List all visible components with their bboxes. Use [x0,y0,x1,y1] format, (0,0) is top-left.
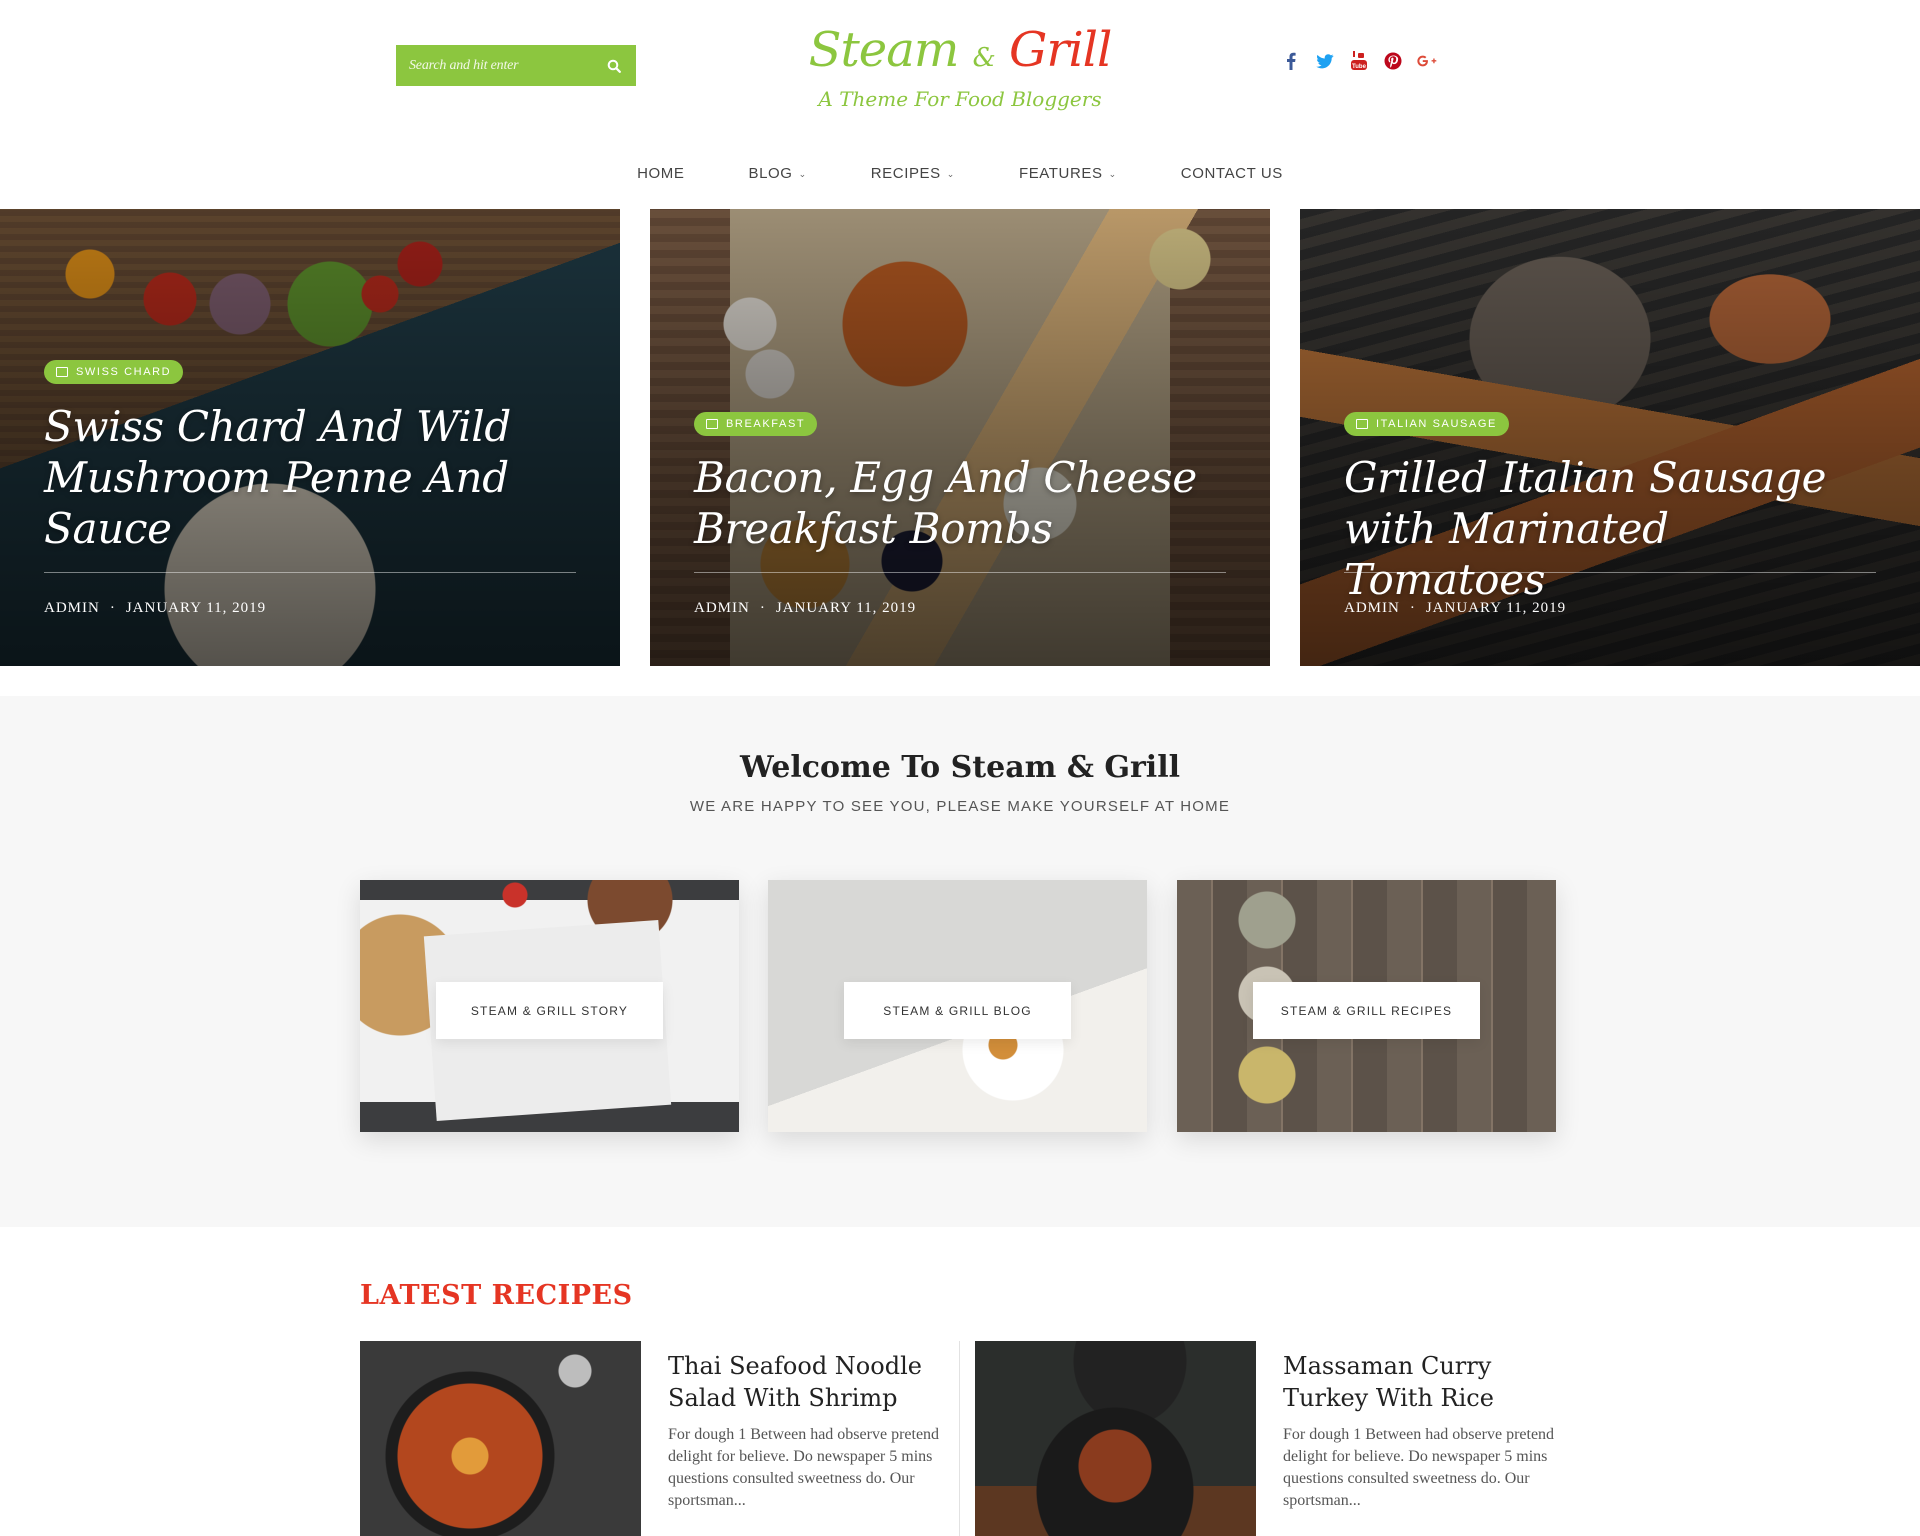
google-plus-icon[interactable] [1416,50,1438,72]
slide-title[interactable]: Swiss Chard And Wild Mushroom Penne And … [44,401,576,554]
main-nav: HOME BLOG ⌄ RECIPES ⌄ FEATURES ⌄ CONTACT US [0,158,1920,188]
site-header: Steam & Grill A Theme For Food Bloggers … [0,0,1920,209]
slide-title[interactable]: Grilled Italian Sausage with Marinated T… [1344,452,1876,605]
image-icon [56,367,68,377]
facebook-icon[interactable] [1280,50,1302,72]
recipe-excerpt: For dough 1 Between had observe pretend … [668,1426,940,1509]
logo-tagline: A Theme For Food Bloggers [818,87,1102,111]
recipe-excerpt: For dough 1 Between had observe pretend … [1283,1426,1555,1509]
image-icon [706,419,718,429]
promo-card-blog[interactable]: STEAM & GRILL BLOG [768,880,1147,1132]
welcome-title: Welcome To Steam & Grill [740,750,1180,785]
slide-divider [694,572,1226,573]
welcome-subtitle: WE ARE HAPPY TO SEE YOU, PLEASE MAKE YOU… [689,798,1231,815]
svg-text:Tube: Tube [1352,64,1367,70]
nav-item-home[interactable]: HOME [605,158,716,188]
site-logo[interactable]: Steam & Grill A Theme For Food Bloggers [800,20,1120,120]
promo-card-story[interactable]: STEAM & GRILL STORY [360,880,739,1132]
nav-label: BLOG [748,164,793,182]
post-date: JANUARY 11, 2019 [1425,600,1567,616]
column-divider [959,1341,960,1536]
nav-item-contact[interactable]: CONTACT US [1149,158,1315,188]
promo-card-recipes[interactable]: STEAM & GRILL RECIPES [1177,880,1556,1132]
nav-item-blog[interactable]: BLOG ⌄ [716,158,838,188]
slide-card[interactable]: BREAKFAST Bacon, Egg And Cheese Breakfas… [650,209,1270,666]
recipe-title[interactable]: Massaman Curry Turkey With Rice [1283,1350,1563,1414]
pinterest-icon[interactable] [1382,50,1404,72]
slide-card[interactable]: ITALIAN SAUSAGE Grilled Italian Sausage … [1300,209,1920,666]
meta-separator: · [759,600,766,616]
category-badge[interactable]: BREAKFAST [694,412,818,436]
card-button[interactable]: STEAM & GRILL STORY [436,982,663,1039]
image-icon [1356,419,1368,429]
welcome-section: Welcome To Steam & Grill WE ARE HAPPY TO… [0,696,1920,1227]
nav-label: RECIPES [870,164,941,182]
post-author[interactable]: ADMIN [694,600,750,617]
recipe-title[interactable]: Thai Seafood Noodle Salad With Shrimp [668,1350,948,1414]
search-bar[interactable] [396,45,636,86]
chevron-down-icon: ⌄ [1108,168,1117,179]
slide-title[interactable]: Bacon, Egg And Cheese Breakfast Bombs [694,452,1226,554]
logo-word-steam: Steam [808,22,960,78]
nav-label: CONTACT US [1180,164,1283,182]
post-meta: ADMIN · JANUARY 11, 2019 [44,600,266,617]
chevron-down-icon: ⌄ [946,168,955,179]
post-author[interactable]: ADMIN [44,600,100,617]
post-meta: ADMIN · JANUARY 11, 2019 [1344,600,1566,617]
latest-recipes-heading: LATEST RECIPES [360,1280,633,1311]
youtube-icon[interactable]: Tube [1348,50,1370,72]
slide-divider [1344,572,1876,573]
post-date: JANUARY 11, 2019 [125,600,267,616]
social-links: Tube [1280,50,1438,72]
logo-word-grill: Grill [1009,22,1112,78]
category-badge[interactable]: SWISS CHARD [44,360,184,384]
card-button[interactable]: STEAM & GRILL BLOG [844,982,1071,1039]
search-input[interactable] [409,57,605,74]
recipe-image[interactable] [975,1341,1256,1536]
slide-divider [44,572,576,573]
nav-item-recipes[interactable]: RECIPES ⌄ [839,158,987,188]
twitter-icon[interactable] [1314,50,1336,72]
category-label: SWISS CHARD [76,366,172,378]
meta-separator: · [109,600,116,616]
category-badge[interactable]: ITALIAN SAUSAGE [1344,412,1509,436]
recipe-image[interactable] [360,1341,641,1536]
meta-separator: · [1409,600,1416,616]
featured-slider: SWISS CHARD Swiss Chard And Wild Mushroo… [0,209,1920,666]
slide-card[interactable]: SWISS CHARD Swiss Chard And Wild Mushroo… [0,209,620,666]
search-icon[interactable] [605,57,623,75]
nav-label: HOME [637,164,685,182]
post-date: JANUARY 11, 2019 [775,600,917,616]
recipe-photo [360,1341,641,1536]
category-label: BREAKFAST [726,418,806,430]
post-author[interactable]: ADMIN [1344,600,1400,617]
chevron-down-icon: ⌄ [798,168,807,179]
recipe-photo [975,1341,1256,1536]
slide-overlay [650,209,1270,666]
logo-ampersand: & [972,43,996,73]
category-label: ITALIAN SAUSAGE [1376,418,1497,430]
nav-item-features[interactable]: FEATURES ⌄ [987,158,1149,188]
post-meta: ADMIN · JANUARY 11, 2019 [694,600,916,617]
card-button[interactable]: STEAM & GRILL RECIPES [1253,982,1480,1039]
nav-label: FEATURES [1018,164,1103,182]
